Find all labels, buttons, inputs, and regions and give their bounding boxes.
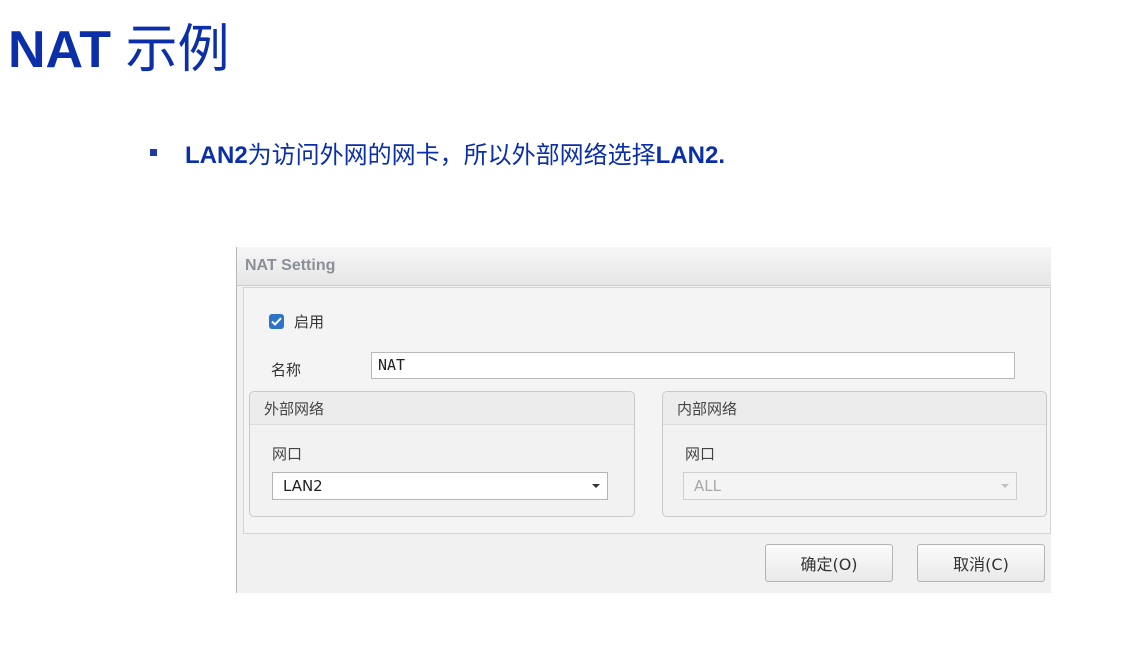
bullet-text: LAN2为访问外网的网卡，所以外部网络选择LAN2. bbox=[185, 135, 725, 170]
dropdown-arrow-icon[interactable] bbox=[994, 483, 1016, 489]
external-port-select[interactable]: LAN2 bbox=[272, 472, 608, 500]
dropdown-arrow-icon[interactable] bbox=[585, 483, 607, 489]
enable-label: 启用 bbox=[294, 313, 325, 331]
bullet-item: LAN2为访问外网的网卡，所以外部网络选择LAN2. bbox=[150, 134, 725, 170]
name-label: 名称 bbox=[271, 361, 302, 379]
enable-checkbox[interactable] bbox=[269, 314, 284, 329]
cancel-button[interactable]: 取消(C) bbox=[917, 544, 1045, 582]
ok-button[interactable]: 确定(O) bbox=[765, 544, 893, 582]
slide-title: NAT 示例 bbox=[8, 18, 229, 82]
internal-port-select[interactable]: ALL bbox=[683, 472, 1017, 500]
internal-group-title: 内部网络 bbox=[677, 400, 738, 418]
slide-title-latin: NAT bbox=[8, 21, 112, 79]
external-port-value: LAN2 bbox=[283, 477, 323, 495]
dialog-titlebar[interactable]: NAT Setting bbox=[237, 247, 1051, 286]
internal-network-group: 内部网络 网口 ALL bbox=[662, 391, 1047, 517]
internal-port-label: 网口 bbox=[685, 445, 716, 463]
checkmark-icon bbox=[271, 317, 282, 326]
bullet-square-icon bbox=[150, 148, 157, 156]
external-port-label: 网口 bbox=[272, 445, 303, 463]
nat-setting-dialog: NAT Setting 启用 名称 NAT 外部网络 网口 LAN2 内部网络 … bbox=[236, 247, 1051, 593]
name-input[interactable]: NAT bbox=[371, 352, 1015, 379]
bullet-body: 为访问外网的网卡，所以外部网络选择 bbox=[247, 141, 656, 169]
external-network-group: 外部网络 网口 LAN2 bbox=[249, 391, 635, 517]
bullet-bold-2: LAN2. bbox=[655, 141, 726, 169]
external-group-title: 外部网络 bbox=[264, 400, 325, 418]
dialog-title: NAT Setting bbox=[245, 257, 336, 274]
slide-title-cjk: 示例 bbox=[125, 21, 230, 79]
enable-checkbox-row[interactable]: 启用 bbox=[269, 311, 324, 332]
bullet-bold-1: LAN2 bbox=[185, 141, 248, 169]
internal-port-value: ALL bbox=[694, 477, 721, 495]
